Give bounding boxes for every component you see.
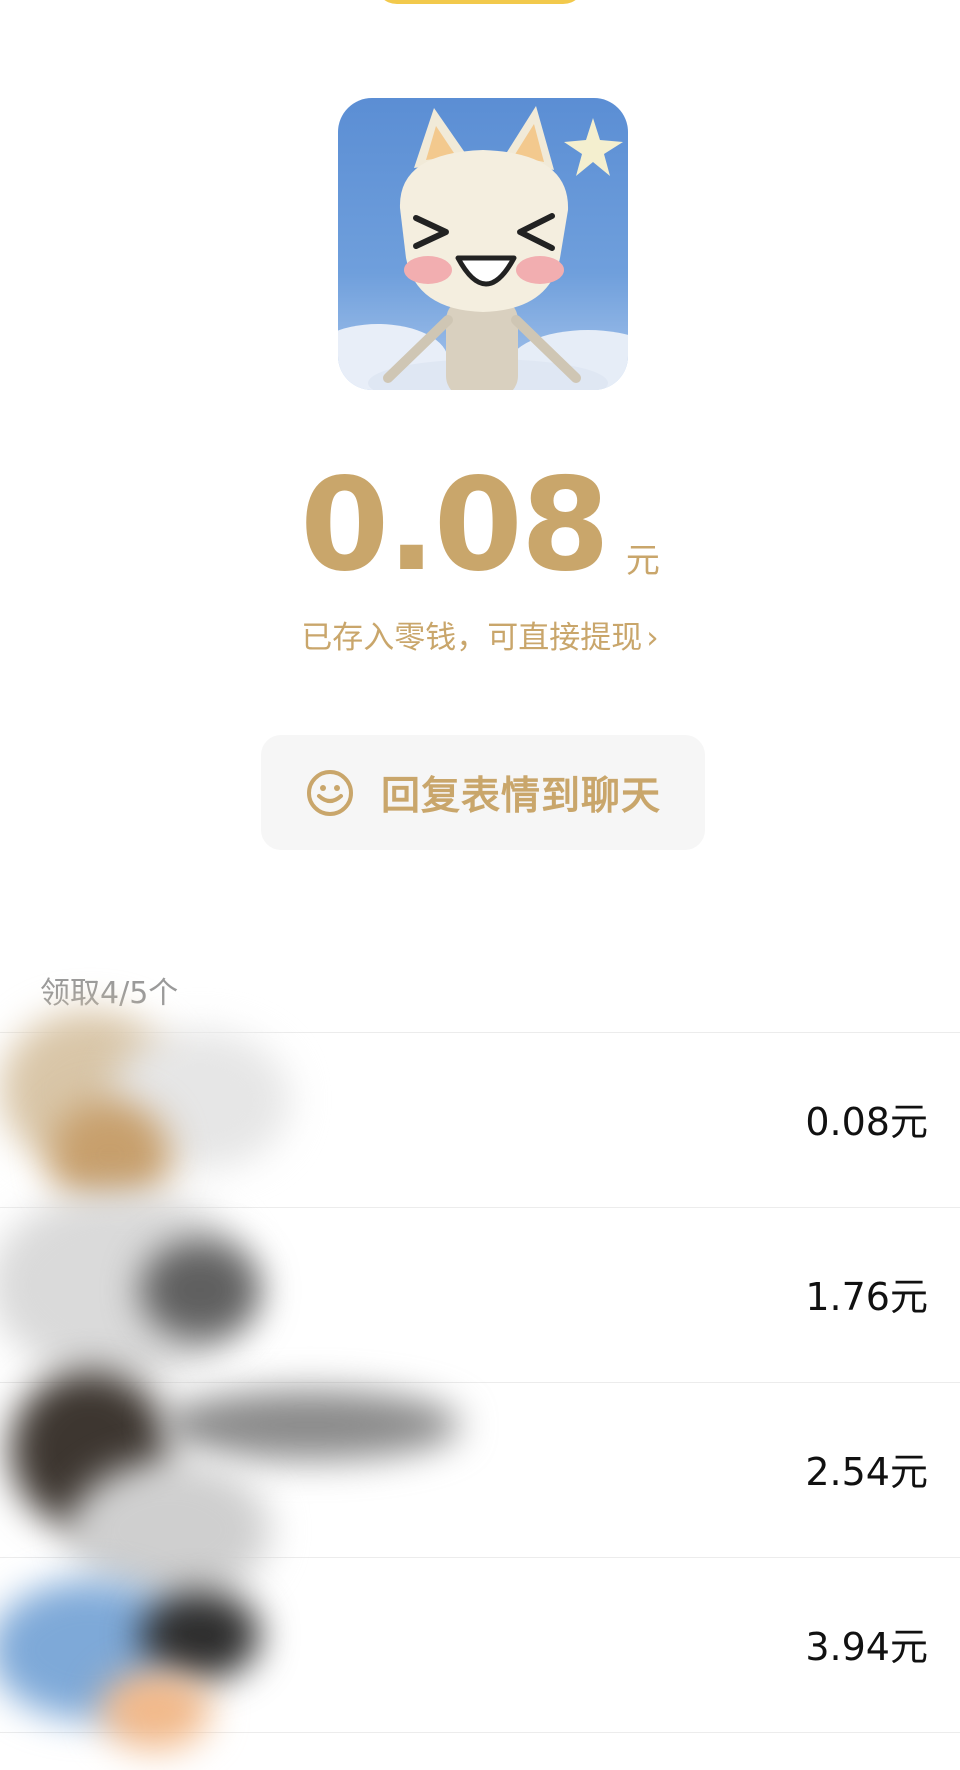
list-item[interactable]: 2.54元 (0, 1382, 960, 1557)
cat-sticker-illustration (338, 106, 628, 390)
amount-unit: 元 (625, 541, 660, 581)
amount-value: 0.08 (300, 451, 610, 600)
list-item[interactable]: 1.76元 (0, 1207, 960, 1382)
smile-icon (306, 769, 353, 816)
list-item[interactable]: 0.08元 (0, 1032, 960, 1207)
reply-sticker-button[interactable]: 回复表情到聊天 (261, 735, 705, 850)
sender-sticker-image[interactable] (338, 98, 628, 390)
list-item-amount: 3.94元 (805, 1625, 928, 1669)
received-amount: 0.08 元 (0, 450, 960, 590)
list-item-amount: 1.76元 (805, 1275, 928, 1319)
list-item-amount: 2.54元 (805, 1450, 928, 1494)
received-list: 0.08元 1.76元 2.54元 3.94元 (0, 1032, 960, 1733)
list-item-amount: 0.08元 (805, 1100, 928, 1144)
list-item[interactable]: 3.94元 (0, 1557, 960, 1733)
withdraw-hint-text: 已存入零钱，可直接提现 (301, 620, 643, 656)
reply-sticker-label: 回复表情到聊天 (380, 773, 661, 819)
header-title-partial (330, 4, 630, 38)
chevron-right-icon: › (646, 620, 659, 656)
received-count-label: 领取4/5个 (40, 976, 179, 1011)
withdraw-hint-link[interactable]: 已存入零钱，可直接提现 › (0, 612, 960, 657)
